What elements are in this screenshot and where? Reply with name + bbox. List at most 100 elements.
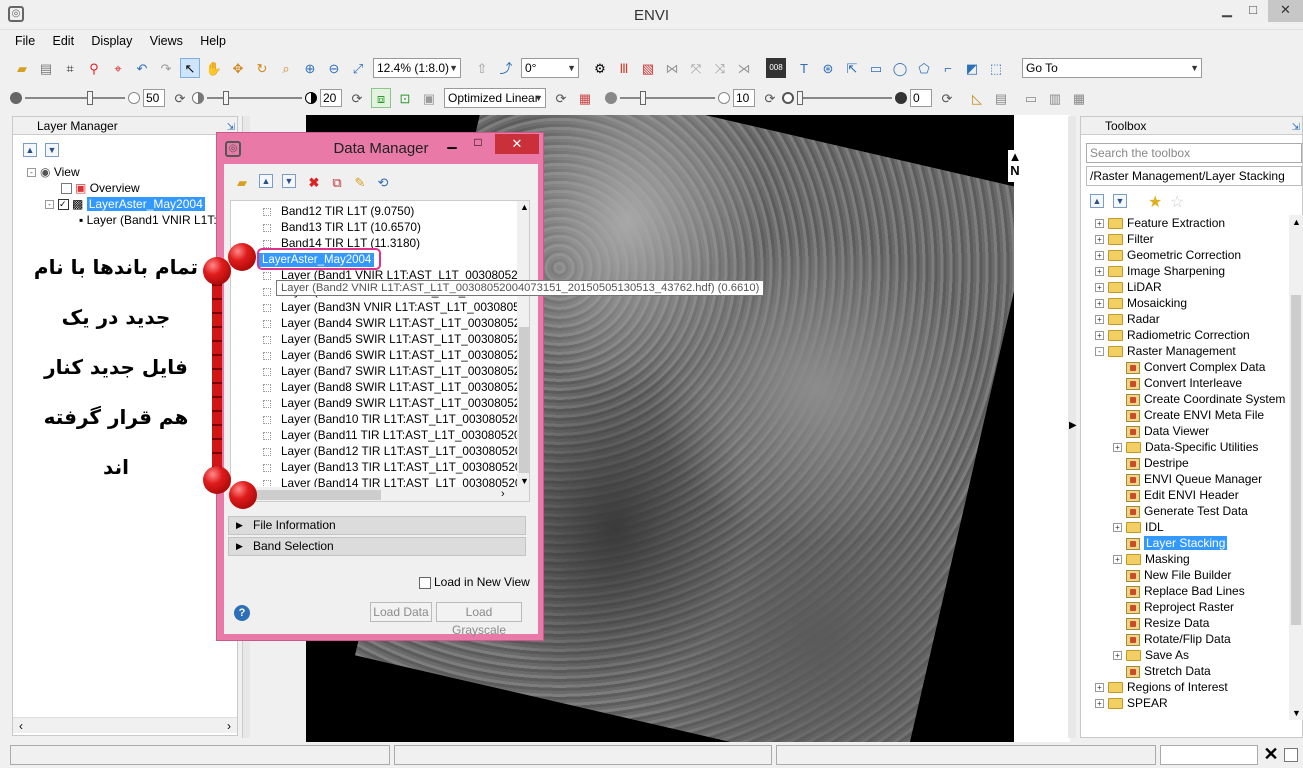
layer-item[interactable]: Layer (Band9 SWIR L1T:AST_L1T_0030805200… bbox=[263, 395, 529, 411]
layer-item[interactable]: Layer (Band3N VNIR L1T:AST_L1T_003080520… bbox=[263, 299, 529, 315]
layout-grid-icon[interactable]: ▦ bbox=[1069, 88, 1089, 108]
rotate-icon[interactable]: ↻ bbox=[252, 58, 272, 78]
expand-toggle-icon[interactable]: + bbox=[1095, 299, 1104, 309]
dm-expand-button[interactable]: ▼ bbox=[282, 174, 296, 188]
pin-icon[interactable]: ⚲ bbox=[84, 58, 104, 78]
dm-collapse-button[interactable]: ▲ bbox=[259, 174, 273, 188]
arrow-annotation-icon[interactable]: ⇱ bbox=[842, 58, 862, 78]
dialog-minimize-button[interactable]: ▁ bbox=[439, 135, 465, 149]
toolbox-tool[interactable]: Replace Bad Lines bbox=[1113, 583, 1245, 599]
band-item[interactable]: Band12 TIR L1T (9.0750) bbox=[263, 203, 414, 219]
toolbox-tool[interactable]: Destripe bbox=[1113, 455, 1189, 471]
ellipse-annotation-icon[interactable]: ◯ bbox=[890, 58, 910, 78]
contrast-value[interactable]: 20 bbox=[320, 89, 342, 107]
help-icon[interactable]: ? bbox=[234, 605, 250, 621]
expand-toggle-icon[interactable]: + bbox=[1113, 651, 1122, 661]
band-selection-section[interactable]: ▶ Band Selection bbox=[228, 537, 526, 556]
expand-toggle-icon[interactable]: + bbox=[1095, 699, 1104, 709]
zoom-out-icon[interactable]: ⊖ bbox=[324, 58, 344, 78]
toolbox-tool[interactable]: Rotate/Flip Data bbox=[1113, 631, 1231, 647]
toolbox-tool[interactable]: New File Builder bbox=[1113, 567, 1231, 583]
polygon-annotation-icon[interactable]: ⬠ bbox=[914, 58, 934, 78]
toolbox-tool[interactable]: Convert Interleave bbox=[1113, 375, 1242, 391]
toolbox-tool[interactable]: Stretch Data bbox=[1113, 663, 1211, 679]
pixel-locator-icon[interactable]: 008 bbox=[766, 58, 786, 78]
layer-item[interactable]: Layer (Band10 TIR L1T:AST_L1T_0030805200… bbox=[263, 411, 529, 427]
toolbox-folder[interactable]: + Data-Specific Utilities bbox=[1113, 439, 1258, 455]
expand-toggle-icon[interactable]: + bbox=[1095, 283, 1104, 293]
expand-toggle-icon[interactable]: + bbox=[1095, 219, 1104, 229]
layer-item[interactable]: Layer (Band12 TIR L1T:AST_L1T_0030805200… bbox=[263, 443, 529, 459]
toolbox-folder[interactable]: + Image Sharpening bbox=[1095, 263, 1225, 279]
vector-tool-icon[interactable]: ⋈ bbox=[662, 58, 682, 78]
toolbox-tool[interactable]: Generate Test Data bbox=[1113, 503, 1248, 519]
dock-icon[interactable]: ⇲ bbox=[1292, 119, 1300, 137]
vector-join-icon[interactable]: ⤨ bbox=[710, 58, 730, 78]
symbol-annotation-icon[interactable]: ⊛ bbox=[818, 58, 838, 78]
expand-toggle-icon[interactable]: + bbox=[1095, 251, 1104, 261]
magnifier-icon[interactable]: ⌕ bbox=[276, 58, 296, 78]
rotate-view-icon[interactable]: ⤴ bbox=[496, 58, 516, 78]
close-all-icon[interactable]: ⧉ bbox=[327, 172, 347, 192]
pin-dialog-icon[interactable]: ✎ bbox=[350, 172, 370, 192]
expand-toggle-icon[interactable]: + bbox=[1095, 315, 1104, 325]
dm-vertical-scrollbar[interactable]: ▲ ▼ bbox=[517, 201, 529, 487]
load-data-button[interactable]: Load Data bbox=[370, 602, 432, 622]
crosshair-icon[interactable]: ⌖ bbox=[108, 58, 128, 78]
open-file-icon[interactable]: ▰ bbox=[232, 172, 252, 192]
menu-file[interactable]: File bbox=[8, 32, 42, 50]
contrast-slider[interactable] bbox=[207, 88, 302, 108]
transparency-value[interactable]: 0 bbox=[910, 89, 932, 107]
north-up-icon[interactable]: ⇧ bbox=[472, 58, 492, 78]
cancel-process-icon[interactable]: ✕ bbox=[1262, 744, 1280, 764]
select-annotation-icon[interactable]: ⬚ bbox=[986, 58, 1006, 78]
toolbox-folder[interactable]: + Radar bbox=[1095, 311, 1160, 327]
toolbox-tool[interactable]: Edit ENVI Header bbox=[1113, 487, 1239, 503]
toolbox-folder[interactable]: + LiDAR bbox=[1095, 279, 1162, 295]
file-information-section[interactable]: ▶ File Information bbox=[228, 516, 526, 535]
transparency-slider[interactable] bbox=[797, 88, 892, 108]
text-annotation-icon[interactable]: T bbox=[794, 58, 814, 78]
reset-brightness-icon[interactable]: ⟳ bbox=[170, 88, 190, 108]
goto-input[interactable]: Go To ▼ bbox=[1022, 58, 1202, 78]
stretch-fit-icon[interactable]: ⧈ bbox=[371, 88, 391, 108]
horizontal-scrollbar[interactable]: ‹ › bbox=[13, 717, 237, 733]
toolbox-folder[interactable]: + Masking bbox=[1113, 551, 1190, 567]
stretch-type-icon[interactable]: ⊡ bbox=[395, 88, 415, 108]
picture-annotation-icon[interactable]: ◩ bbox=[962, 58, 982, 78]
dm-horizontal-scrollbar[interactable]: › bbox=[231, 487, 529, 501]
toolbox-tool[interactable]: Data Viewer bbox=[1113, 423, 1209, 439]
layer-item[interactable]: Layer (Band5 SWIR L1T:AST_L1T_0030805200… bbox=[263, 331, 529, 347]
band-animation-icon[interactable]: Ⅲ bbox=[614, 58, 634, 78]
toolbox-folder[interactable]: + SPEAR bbox=[1095, 695, 1168, 711]
toolbox-collapse-button[interactable]: ▲ bbox=[1090, 194, 1104, 208]
zoom-select[interactable]: 12.4% (1:8.0) ▼ bbox=[373, 58, 461, 78]
tree-item-layerstack[interactable]: - ✓ ▩ LayerAster_May2004 bbox=[45, 196, 205, 212]
layer-item[interactable]: Layer (Band4 SWIR L1T:AST_L1T_0030805200… bbox=[263, 315, 529, 331]
toolbox-folder[interactable]: + Radiometric Correction bbox=[1095, 327, 1250, 343]
maximize-button[interactable]: □ bbox=[1240, 0, 1266, 22]
vector-edit-icon[interactable]: ⤧ bbox=[686, 58, 706, 78]
brightness-slider[interactable] bbox=[25, 88, 125, 108]
expand-toggle-icon[interactable]: - bbox=[1095, 347, 1104, 357]
reset-transparency-icon[interactable]: ⟳ bbox=[937, 88, 957, 108]
menu-views[interactable]: Views bbox=[143, 32, 190, 50]
toolbox-tool[interactable]: Create ENVI Meta File bbox=[1113, 407, 1264, 423]
dialog-maximize-button[interactable]: □ bbox=[465, 135, 491, 149]
sharpen-slider[interactable] bbox=[620, 88, 715, 108]
menu-display[interactable]: Display bbox=[84, 32, 139, 50]
sharpen-value[interactable]: 10 bbox=[733, 89, 755, 107]
reset-contrast-icon[interactable]: ⟳ bbox=[347, 88, 367, 108]
toolbox-folder[interactable]: + Regions of Interest bbox=[1095, 679, 1228, 695]
vector-split-icon[interactable]: ⋊ bbox=[734, 58, 754, 78]
expand-toggle-icon[interactable]: + bbox=[1113, 523, 1122, 533]
layer-item[interactable]: Layer (Band8 SWIR L1T:AST_L1T_0030805200… bbox=[263, 379, 529, 395]
resize-grip-icon[interactable] bbox=[1284, 748, 1298, 762]
toolbox-tool[interactable]: Create Coordinate System Stri bbox=[1113, 391, 1289, 407]
stretch-select[interactable]: Optimized Linear ▼ bbox=[444, 88, 546, 108]
expand-toggle-icon[interactable]: + bbox=[1095, 331, 1104, 341]
tree-item-view[interactable]: - ◉ View bbox=[27, 164, 80, 180]
layer-item[interactable]: Layer (Band7 SWIR L1T:AST_L1T_0030805200… bbox=[263, 363, 529, 379]
add-favorite-icon[interactable]: ★ bbox=[1148, 192, 1162, 212]
tree-item-overview[interactable]: ▣ Overview bbox=[61, 180, 140, 196]
